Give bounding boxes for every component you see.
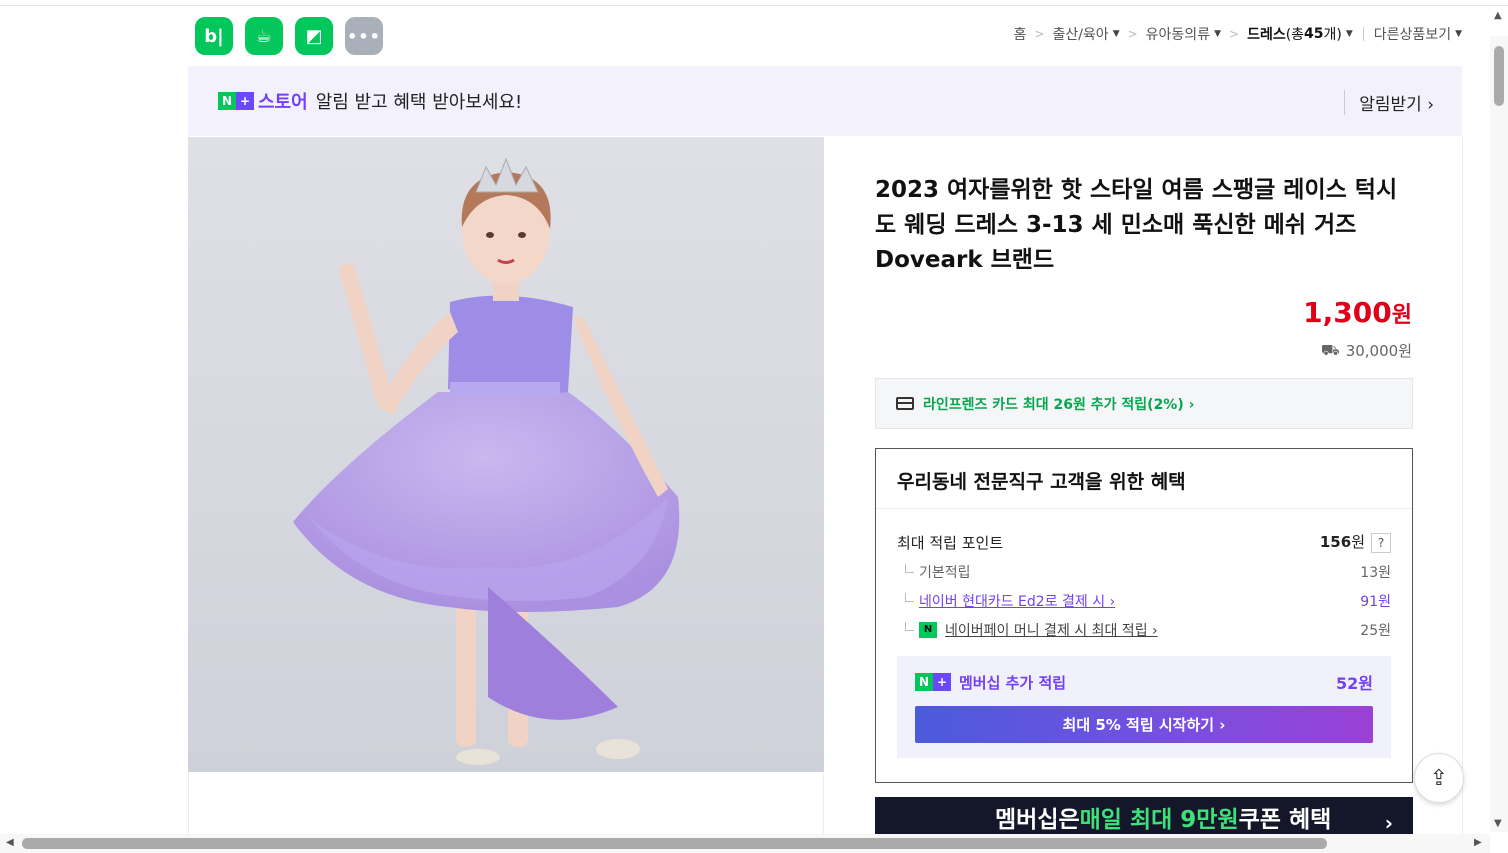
- breadcrumb-count-suffix: 개): [1323, 27, 1342, 43]
- banner-message: 알림 받고 혜택 받아보세요!: [315, 92, 523, 113]
- card-points-value: 91원: [1360, 594, 1391, 610]
- caret-down-icon[interactable]: ▼: [1455, 29, 1462, 39]
- max-points-unit: 원: [1351, 533, 1365, 551]
- max-points-number: 156: [1319, 533, 1352, 551]
- dress-illustration: [188, 137, 824, 772]
- card-points-row: 네이버 현대카드 Ed2로 결제 시 › 91원: [897, 591, 1391, 611]
- max-points-row: 최대 적립 포인트 156원?: [897, 531, 1391, 553]
- store-notification-banner: N + 스토어 알림 받고 혜택 받아보세요! 알림받기 ›: [188, 66, 1462, 136]
- benefit-box: 우리동네 전문직구 고객을 위한 혜택 최대 적립 포인트 156원? 기본적립…: [875, 448, 1413, 783]
- naver-plus-logo: N +: [915, 673, 951, 691]
- caret-down-icon[interactable]: ▼: [1113, 29, 1120, 39]
- breadcrumb-count: 45: [1304, 26, 1324, 42]
- top-border: [0, 0, 1508, 6]
- product-title: 2023 여자를위한 핫 스타일 여름 스팽글 레이스 턱시도 웨딩 드레스 3…: [875, 177, 1398, 273]
- credit-card-icon: [896, 397, 914, 410]
- breadcrumb: 홈 > 출산/육아 ▼ > 유아동의류 ▼ > 드레스 (총 45 개) ▼ 다…: [1013, 24, 1462, 44]
- max-points-value: 156원?: [1320, 531, 1391, 553]
- vertical-scrollbar[interactable]: ▲: [1490, 10, 1508, 832]
- promo-prefix: 멤버십은: [995, 807, 1080, 833]
- share-icon: ⇪: [1429, 765, 1449, 791]
- bookmark-icon[interactable]: ◩: [295, 17, 333, 55]
- naver-plus-logo: N +: [218, 92, 254, 110]
- vertical-scroll-thumb[interactable]: [1494, 46, 1504, 106]
- membership-box: N + 멤버십 추가 적립 52원 최대 5% 적립 시작하기 ›: [897, 656, 1391, 758]
- shipping-fee: ⛟ 30,000원: [1321, 340, 1412, 361]
- breadcrumb-count-prefix: (총: [1285, 27, 1305, 43]
- horizontal-scrollbar[interactable]: ◀ ▶: [0, 834, 1490, 853]
- caret-down-icon[interactable]: ▼: [1214, 29, 1221, 39]
- horizontal-scroll-thumb[interactable]: [22, 838, 1327, 849]
- blog-icon[interactable]: b|: [195, 17, 233, 55]
- breadcrumb-home[interactable]: 홈: [1013, 24, 1026, 44]
- scroll-left-icon[interactable]: ◀: [6, 837, 14, 848]
- basic-points-row: 기본적립 13원: [897, 562, 1391, 582]
- benefit-heading: 우리동네 전문직구 고객을 위한 혜택: [876, 449, 1412, 509]
- chevron-right-icon: >: [1229, 27, 1240, 41]
- membership-promo-banner[interactable]: 멤버십은 매일 최대 9만원 쿠폰 혜택 ›: [875, 797, 1413, 834]
- card-offer-row[interactable]: 라인프렌즈 카드 최대 26원 추가 적립(2%) ›: [875, 378, 1413, 429]
- basic-points-label: 기본적립: [919, 565, 971, 581]
- price-number: 1,300: [1303, 296, 1392, 329]
- max-points-label: 최대 적립 포인트: [897, 533, 1004, 552]
- subscribe-alarm-button[interactable]: 알림받기 ›: [1344, 90, 1434, 115]
- chevron-right-icon: >: [1127, 27, 1138, 41]
- price-unit: 원: [1391, 303, 1412, 328]
- npay-points-value: 25원: [1360, 623, 1391, 639]
- cafe-icon[interactable]: ☕: [245, 17, 283, 55]
- app-shortcuts: b| ☕ ◩ •••: [195, 17, 383, 55]
- content-border: [1462, 137, 1463, 834]
- caret-down-icon[interactable]: ▼: [1346, 29, 1353, 39]
- product-price: 1,300원: [1303, 296, 1412, 329]
- other-products-link[interactable]: 다른상품보기: [1374, 24, 1451, 44]
- product-image[interactable]: [188, 137, 824, 772]
- truck-icon: ⛟: [1320, 340, 1340, 359]
- chevron-right-icon: ›: [1384, 811, 1393, 834]
- naver-pay-link[interactable]: 네이버페이 머니 결제 시 최대 적립 ›: [945, 620, 1158, 640]
- membership-label: 멤버십 추가 적립: [959, 673, 1067, 692]
- promo-suffix: 쿠폰 혜택: [1238, 807, 1332, 833]
- image-frame: [188, 772, 824, 834]
- breadcrumb-category-2[interactable]: 유아동의류: [1146, 24, 1210, 44]
- help-icon[interactable]: ?: [1371, 533, 1391, 553]
- scroll-up-icon[interactable]: ▲: [1494, 10, 1502, 21]
- membership-value: 52원: [1336, 674, 1373, 693]
- npay-points-row: N 네이버페이 머니 결제 시 최대 적립 › 25원: [897, 620, 1391, 640]
- chevron-right-icon: >: [1034, 27, 1045, 41]
- naver-pay-icon: N: [919, 622, 937, 638]
- basic-points-value: 13원: [1360, 565, 1391, 581]
- shipping-fee-value: 30,000원: [1345, 342, 1412, 360]
- promo-highlight: 매일 최대 9만원: [1079, 807, 1239, 833]
- divider: [1362, 27, 1364, 41]
- start-membership-button[interactable]: 최대 5% 적립 시작하기 ›: [915, 706, 1373, 743]
- store-label: 스토어: [258, 92, 308, 113]
- breadcrumb-current[interactable]: 드레스: [1247, 24, 1286, 44]
- scroll-down-icon[interactable]: ▼: [1494, 818, 1502, 829]
- share-button[interactable]: ⇪: [1414, 753, 1464, 803]
- naver-card-link[interactable]: 네이버 현대카드 Ed2로 결제 시 ›: [919, 591, 1115, 611]
- scroll-right-icon[interactable]: ▶: [1474, 837, 1482, 848]
- breadcrumb-category-1[interactable]: 출산/육아: [1052, 24, 1108, 44]
- membership-row: N + 멤버십 추가 적립 52원: [915, 670, 1373, 694]
- card-offer-text[interactable]: 라인프렌즈 카드 최대 26원 추가 적립(2%) ›: [923, 394, 1194, 414]
- more-apps-icon[interactable]: •••: [345, 17, 383, 55]
